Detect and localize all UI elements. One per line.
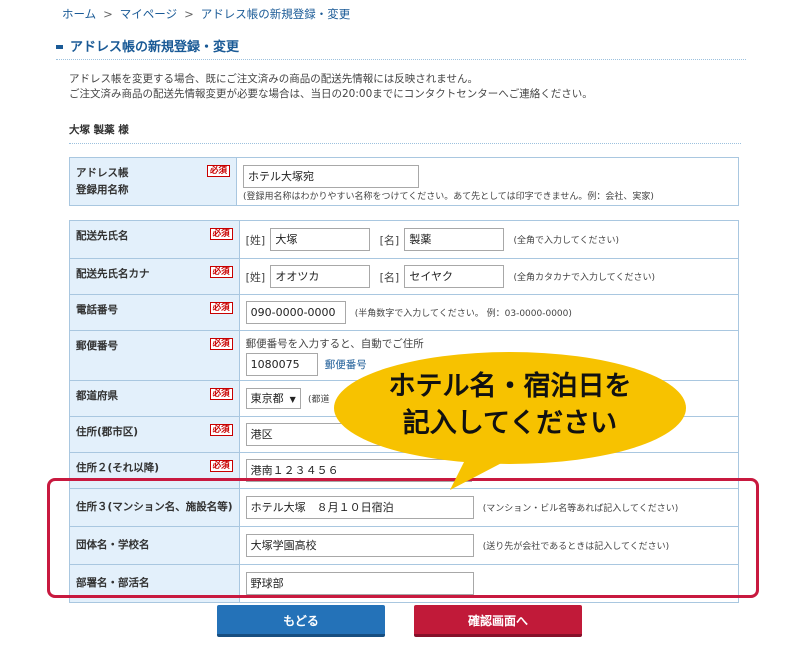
last-name-bracket: [姓] (245, 233, 266, 247)
field-label-cell: アドレス帳 登録用名称 必須 (69, 157, 237, 206)
field-label-cell: 住所(郡市区) 必須 (69, 416, 240, 453)
form-row-recipient-name: 配送先氏名 必須 [姓] 大塚 [名] 製薬 (全角で入力してください) (69, 220, 740, 259)
form-row-recipient-kana: 配送先氏名カナ 必須 [姓] オオツカ [名] セイヤク (全角カタカナで入力し… (69, 258, 740, 295)
breadcrumb-mypage-link[interactable]: マイページ (120, 7, 177, 21)
first-name-bracket: [名] (379, 233, 400, 247)
prefecture-select[interactable]: 東京都 ▼ (245, 388, 301, 409)
prefecture-hint: (都道 (307, 395, 330, 405)
last-name-kana-input[interactable]: オオツカ (270, 265, 371, 288)
first-name-input[interactable]: 製薬 (404, 228, 505, 251)
notice-line-1: アドレス帳を変更する場合、既にご注文済みの商品の配送先情報には反映されません。 (69, 73, 478, 85)
postal-instruction: 郵便番号を入力すると、自動でご住所 (245, 338, 424, 350)
required-badge: 必須 (209, 388, 233, 400)
field-value-cell: ホテル大塚宛 (登録用名称はわかりやすい名称をつけてください。あて先としては印字… (236, 157, 739, 206)
breadcrumb-separator: > (103, 7, 113, 21)
callout-bubble: ホテル名・宿泊日を 記入してください (330, 350, 690, 490)
form-row-phone: 電話番号 必須 090-0000-0000 (半角数字で入力してください。 例：… (69, 294, 740, 331)
address-book-table: アドレス帳 登録用名称 必須 ホテル大塚宛 (登録用名称はわかりやすい名称をつけ… (69, 157, 739, 206)
breadcrumb-current: アドレス帳の新規登録・変更 (200, 7, 351, 21)
page-title: アドレス帳の新規登録・変更 (70, 40, 240, 55)
confirm-button[interactable]: 確認画面へ (414, 605, 582, 637)
last-name-input[interactable]: 大塚 (270, 228, 371, 251)
required-badge: 必須 (209, 266, 233, 278)
field-label-cell: 配送先氏名 必須 (69, 220, 240, 259)
address-book-name-input[interactable]: ホテル大塚宛 (243, 165, 419, 188)
field-label-cell: 郵便番号 必須 (69, 330, 240, 381)
breadcrumb: ホーム > マイページ > アドレス帳の新規登録・変更 (62, 6, 350, 22)
form-row-address-book-name: アドレス帳 登録用名称 必須 ホテル大塚宛 (登録用名称はわかりやすい名称をつけ… (69, 157, 739, 206)
last-name-kana-bracket: [姓] (245, 270, 266, 284)
field-label-line-1: アドレス帳 (76, 167, 129, 179)
required-badge: 必須 (209, 460, 233, 472)
field-value-cell: [姓] 大塚 [名] 製薬 (全角で入力してください) (238, 220, 740, 259)
title-marker-icon (56, 45, 63, 49)
required-badge: 必須 (206, 165, 230, 177)
customer-name: 大塚 製薬 様 (69, 122, 741, 144)
required-badge: 必須 (209, 228, 233, 240)
postal-code-input[interactable]: 1080075 (245, 353, 318, 376)
breadcrumb-separator: > (184, 7, 194, 21)
prefecture-selected-value: 東京都 (250, 392, 284, 405)
first-name-kana-input[interactable]: セイヤク (404, 265, 505, 288)
breadcrumb-home-link[interactable]: ホーム (62, 7, 96, 21)
chevron-down-icon: ▼ (289, 395, 296, 404)
field-value-cell: 090-0000-0000 (半角数字で入力してください。 例：03-0000-… (238, 294, 740, 331)
phone-input[interactable]: 090-0000-0000 (245, 301, 346, 324)
recipient-kana-hint: (全角カタカナで入力してください) (513, 273, 656, 283)
callout-line-2: 記入してください (402, 408, 618, 439)
field-label-cell: 配送先氏名カナ 必須 (69, 258, 240, 295)
highlight-frame (47, 478, 759, 598)
notice-line-2: ご注文済み商品の配送先情報変更が必要な場合は、当日の20:00までにコンタクトセ… (69, 88, 593, 100)
field-label-line-2: 登録用名称 (76, 184, 129, 196)
field-label-cell: 電話番号 必須 (69, 294, 240, 331)
field-value-cell: [姓] オオツカ [名] セイヤク (全角カタカナで入力してください) (238, 258, 740, 295)
required-badge: 必須 (209, 338, 233, 350)
field-label-cell: 都道府県 必須 (69, 380, 240, 417)
first-name-kana-bracket: [名] (379, 270, 400, 284)
callout-line-1: ホテル名・宿泊日を (388, 371, 632, 402)
phone-hint: (半角数字で入力してください。 例：03-0000-0000) (354, 309, 572, 319)
recipient-name-hint: (全角で入力してください) (513, 236, 620, 246)
back-button[interactable]: もどる (217, 605, 385, 637)
notice-text: アドレス帳を変更する場合、既にご注文済みの商品の配送先情報には反映されません。 … (69, 72, 593, 102)
callout-text: ホテル名・宿泊日を 記入してください (330, 368, 690, 442)
address-book-name-hint: (登録用名称はわかりやすい名称をつけてください。あて先としては印字できません。例… (243, 192, 654, 202)
page-title-bar: アドレス帳の新規登録・変更 (56, 36, 746, 60)
required-badge: 必須 (209, 302, 233, 314)
required-badge: 必須 (209, 424, 233, 436)
